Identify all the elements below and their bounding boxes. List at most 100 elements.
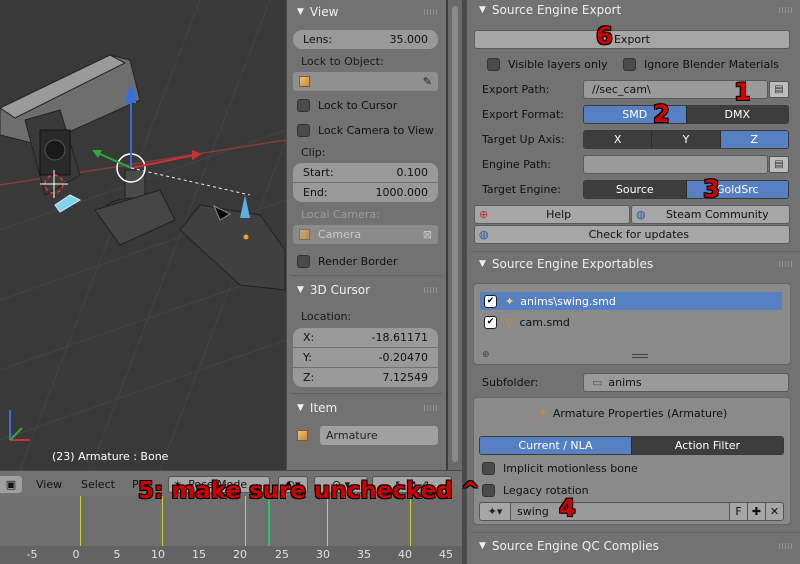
visible-layers-label: Visible layers only bbox=[508, 58, 608, 71]
clip-end-value: 1000.000 bbox=[375, 186, 429, 199]
armature-tabs[interactable]: Current / NLA Action Filter bbox=[479, 436, 784, 455]
steam-community-button[interactable]: ◍ Steam Community bbox=[631, 205, 790, 224]
divider bbox=[471, 532, 800, 533]
resize-grip-icon[interactable] bbox=[632, 354, 648, 358]
view-panel-header[interactable]: ▼ View bbox=[287, 0, 446, 24]
format-dmx-option[interactable]: DMX bbox=[686, 106, 788, 123]
collapse-triangle-icon: ▼ bbox=[297, 285, 304, 295]
export-button[interactable]: Export bbox=[474, 30, 790, 49]
new-action-plus-icon[interactable]: ✚ bbox=[748, 502, 766, 521]
fake-user-button[interactable]: F bbox=[730, 502, 748, 521]
cursor-x-field[interactable]: X: -18.61171 bbox=[293, 328, 438, 347]
eyedropper-icon[interactable]: ✎ bbox=[423, 75, 432, 88]
engine-goldsrc-option[interactable]: GoldSrc bbox=[686, 181, 788, 198]
check-updates-button[interactable]: ◍ Check for updates bbox=[474, 225, 790, 244]
viewport-status-text: (23) Armature : Bone bbox=[52, 450, 169, 463]
help-button[interactable]: ⊕ Help bbox=[474, 205, 630, 224]
local-camera-field[interactable]: Camera ⊠ bbox=[293, 225, 438, 244]
frame-tick: -5 bbox=[26, 548, 38, 561]
clip-end-field[interactable]: End: 1000.000 bbox=[293, 183, 438, 202]
unlink-x-icon[interactable]: ✕ bbox=[766, 502, 784, 521]
folder-browse-icon[interactable]: ▤ bbox=[769, 156, 789, 173]
clear-x-icon[interactable]: ⊠ bbox=[423, 228, 432, 241]
list-item[interactable]: ✔ ✦ anims\swing.smd bbox=[480, 292, 782, 310]
menu-select[interactable]: Select bbox=[81, 476, 115, 493]
cursor-z-field[interactable]: Z: 7.12549 bbox=[293, 368, 438, 387]
frame-tick: 20 bbox=[233, 548, 247, 561]
list-item[interactable]: ✔ ▽ cam.smd bbox=[480, 313, 782, 331]
engine-path-input[interactable] bbox=[583, 155, 768, 174]
armature-properties-label: Armature Properties (Armature) bbox=[552, 407, 728, 420]
collapse-triangle-icon: ▼ bbox=[479, 541, 486, 551]
drag-grip-icon[interactable] bbox=[424, 9, 438, 15]
action-selector[interactable]: ✦▾ swing F ✚ ✕ bbox=[479, 502, 784, 521]
3d-cursor-title: 3D Cursor bbox=[309, 283, 371, 297]
axis-z-option[interactable]: Z bbox=[720, 131, 788, 148]
tab-action-filter[interactable]: Action Filter bbox=[632, 437, 783, 454]
lock-object-field[interactable]: ✎ bbox=[293, 72, 438, 91]
up-axis-selector[interactable]: X Y Z bbox=[583, 130, 789, 149]
drag-grip-icon[interactable] bbox=[424, 287, 438, 293]
exportables-title: Source Engine Exportables bbox=[491, 257, 654, 271]
checkbox-icon bbox=[482, 484, 495, 497]
export-panel-header[interactable]: ▼ Source Engine Export bbox=[467, 0, 800, 20]
editor-type-cube-icon[interactable]: ▣ bbox=[0, 476, 22, 493]
item-title: Item bbox=[309, 401, 338, 415]
lock-to-cursor-checkbox[interactable]: Lock to Cursor bbox=[297, 97, 446, 113]
drag-grip-icon[interactable] bbox=[779, 543, 793, 549]
item-name-field[interactable]: Armature bbox=[320, 426, 438, 445]
exportables-panel-header[interactable]: ▼ Source Engine Exportables bbox=[467, 254, 800, 274]
clip-start-field[interactable]: Start: 0.100 bbox=[293, 163, 438, 182]
checked-checkbox-icon[interactable]: ✔ bbox=[484, 294, 497, 308]
action-name-field[interactable]: swing bbox=[511, 502, 730, 521]
object-cube-icon bbox=[297, 430, 308, 441]
frame-ruler[interactable]: -5 0 5 10 15 20 25 30 35 40 45 bbox=[0, 546, 462, 564]
action-type-icon[interactable]: ✦▾ bbox=[479, 502, 511, 521]
timeline-area[interactable]: -5 0 5 10 15 20 25 30 35 40 45 bbox=[0, 496, 462, 564]
drag-grip-icon[interactable] bbox=[779, 261, 793, 267]
target-engine-selector[interactable]: Source GoldSrc bbox=[583, 180, 789, 199]
format-smd-option[interactable]: SMD bbox=[584, 106, 687, 123]
tab-current-nla[interactable]: Current / NLA bbox=[480, 437, 632, 454]
menu-view[interactable]: View bbox=[36, 476, 62, 493]
scrollbar-thumb[interactable] bbox=[452, 6, 458, 462]
help-button-label: Help bbox=[546, 208, 572, 221]
view-panel-title: View bbox=[309, 5, 339, 19]
drag-grip-icon[interactable] bbox=[424, 405, 438, 411]
subfolder-field[interactable]: ▭ anims bbox=[583, 373, 789, 392]
keyframe-line bbox=[80, 496, 81, 546]
lock-camera-to-view-checkbox[interactable]: Lock Camera to View bbox=[297, 122, 446, 138]
cursor-y-field[interactable]: Y: -0.20470 bbox=[293, 348, 438, 367]
render-border-checkbox[interactable]: Render Border bbox=[297, 253, 446, 269]
annotation-4: 4 bbox=[559, 494, 576, 522]
item-panel-header[interactable]: ▼ Item bbox=[287, 396, 446, 420]
z-label: Z: bbox=[303, 371, 315, 384]
engine-path-label-text: Engine Path: bbox=[482, 158, 552, 171]
globe-icon: ◍ bbox=[636, 208, 646, 221]
add-icon[interactable]: ⊕ bbox=[482, 350, 490, 360]
frame-tick: 25 bbox=[275, 548, 289, 561]
subfolder-label: Subfolder: bbox=[482, 373, 538, 392]
target-engine-label: Target Engine: bbox=[482, 180, 561, 199]
axis-y-option[interactable]: Y bbox=[652, 131, 721, 148]
view-panel-scrollbar[interactable] bbox=[448, 0, 462, 470]
list-item-label: cam.smd bbox=[519, 315, 570, 329]
ignore-materials-checkbox[interactable]: Ignore Blender Materials bbox=[623, 55, 779, 74]
engine-source-option[interactable]: Source bbox=[584, 181, 687, 198]
lens-field[interactable]: Lens: 35.000 bbox=[293, 30, 438, 49]
qc-panel-header[interactable]: ▼ Source Engine QC Complies bbox=[467, 536, 800, 556]
annotation-6: 6 bbox=[596, 22, 613, 50]
folder-browse-icon[interactable]: ▤ bbox=[769, 81, 789, 98]
axis-x-option[interactable]: X bbox=[584, 131, 653, 148]
3d-cursor-panel-header[interactable]: ▼ 3D Cursor bbox=[287, 278, 446, 302]
implicit-motionless-checkbox[interactable]: Implicit motionless bone bbox=[482, 459, 638, 478]
subfolder-label-text: Subfolder: bbox=[482, 376, 539, 389]
checked-checkbox-icon[interactable]: ✔ bbox=[484, 315, 497, 329]
export-path-label-text: Export Path: bbox=[482, 83, 550, 96]
3d-viewport[interactable]: (23) Armature : Bone bbox=[0, 0, 286, 470]
help-lifebuoy-icon: ⊕ bbox=[479, 208, 489, 221]
annotation-5: 5: make sure unchecked ^ bbox=[138, 478, 481, 504]
visible-layers-checkbox[interactable]: Visible layers only bbox=[487, 55, 608, 74]
export-format-selector[interactable]: SMD DMX bbox=[583, 105, 789, 124]
drag-grip-icon[interactable] bbox=[779, 7, 793, 13]
